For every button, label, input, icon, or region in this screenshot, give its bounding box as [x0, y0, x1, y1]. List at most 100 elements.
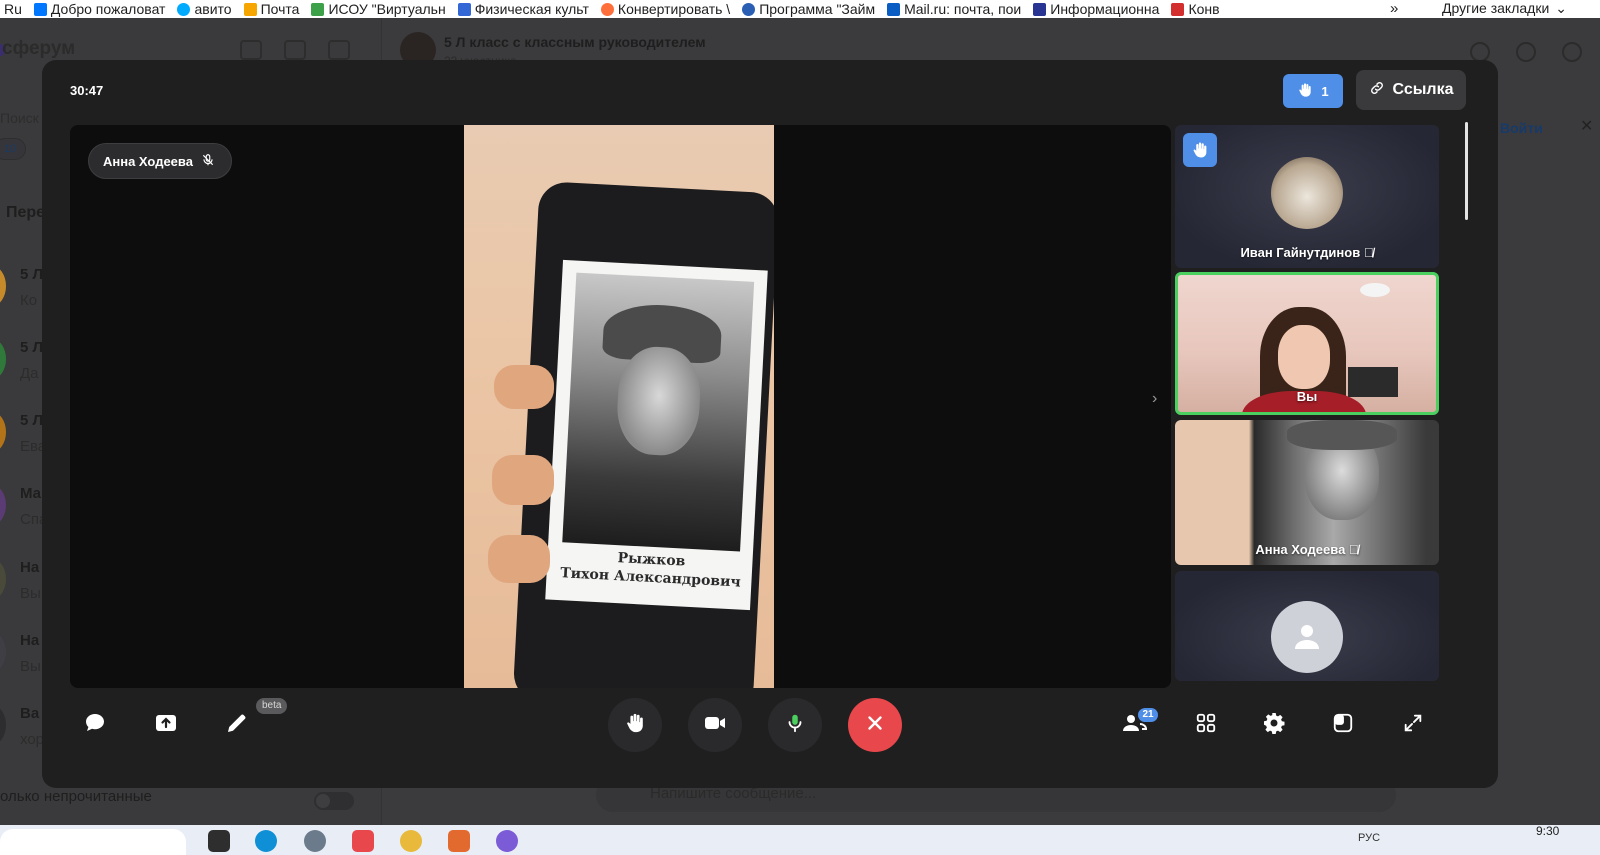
mic-muted-icon: [201, 153, 215, 170]
search-icon[interactable]: [1516, 42, 1536, 62]
pencil-icon: [225, 711, 249, 740]
raised-hands-count: 1: [1321, 83, 1329, 99]
search-input[interactable]: Поиск: [0, 110, 39, 126]
bookmark-ru[interactable]: Ru: [0, 0, 30, 18]
yandex-icon[interactable]: [352, 830, 374, 852]
unread-filter-badge[interactable]: 10: [0, 138, 26, 160]
bookmark-pe[interactable]: Физическая культ: [454, 0, 597, 18]
raised-hand-icon: [1297, 82, 1313, 101]
collapse-participants-chevron-icon[interactable]: ›: [1152, 390, 1157, 408]
mic-muted-icon: 🎙̸: [1363, 245, 1374, 260]
taskbar-search[interactable]: [0, 829, 186, 855]
pe-icon: [457, 2, 471, 16]
bookmark-mail[interactable]: Почта: [240, 0, 308, 18]
clock[interactable]: 9:30: [1536, 824, 1559, 838]
settings-button[interactable]: [1247, 698, 1301, 752]
participant-name: Иван Гайнутдинов 🎙̸: [1240, 245, 1374, 260]
bookmark-vk[interactable]: Добро пожаловат: [30, 0, 174, 18]
expand-icon: [1402, 712, 1424, 739]
bookmark-mailru[interactable]: Mail.ru: почта, пои: [883, 0, 1029, 18]
participant-tile[interactable]: Анна Ходеева 🎙̸: [1175, 420, 1439, 565]
section-label: Пере: [6, 204, 46, 221]
participants-scrollbar[interactable]: [1465, 122, 1468, 220]
archive-icon[interactable]: [284, 40, 306, 60]
gear-icon: [1262, 711, 1286, 740]
phone-icon[interactable]: [1470, 42, 1490, 62]
chat-button[interactable]: [68, 698, 122, 752]
convert-icon: [600, 2, 614, 16]
pip-layout-button[interactable]: [1316, 698, 1370, 752]
sidebar-actions: [240, 40, 350, 60]
bookmark-program[interactable]: Программа "Займ: [738, 0, 883, 18]
taskbar-app-icon[interactable]: [208, 830, 230, 852]
isou-icon: [311, 2, 325, 16]
participant-tile[interactable]: Иван Гайнутдинов 🎙̸: [1175, 125, 1439, 268]
chat-avatar: [0, 485, 6, 525]
grid-layout-button[interactable]: [1179, 698, 1233, 752]
unread-only-toggle[interactable]: [314, 792, 354, 810]
bookmark-avito[interactable]: авито: [173, 0, 239, 18]
mic-muted-icon: 🎙̸: [1348, 542, 1359, 557]
close-icon[interactable]: ✕: [1580, 116, 1593, 136]
login-button[interactable]: Войти: [1500, 120, 1543, 136]
camera-button[interactable]: [688, 698, 742, 752]
portrait-photo: Рыжков Тихон Александрович: [545, 259, 768, 611]
bookmark-convert[interactable]: Конвертировать \: [597, 0, 738, 18]
files-icon[interactable]: [448, 830, 470, 852]
chat-bubble-icon: [83, 711, 107, 740]
hand-finger: [492, 455, 554, 505]
app-logo: сферум: [2, 38, 76, 59]
microphone-button[interactable]: [768, 698, 822, 752]
close-icon: [864, 712, 886, 739]
add-call-icon[interactable]: [240, 40, 262, 60]
bookmark-info[interactable]: Информационна: [1029, 0, 1167, 18]
bookmarks-bar: Ru Добро пожаловат авито Почта ИСОУ "Вир…: [0, 0, 1600, 18]
edge-icon[interactable]: [255, 830, 277, 852]
chat-avatar: [0, 559, 6, 599]
link-icon: [1369, 80, 1385, 101]
beta-badge: beta: [256, 698, 288, 714]
chat-avatar: [0, 632, 6, 672]
keyboard-language[interactable]: РУС: [1358, 832, 1380, 844]
more-icon[interactable]: [1562, 42, 1582, 62]
chat-avatar: [0, 339, 6, 379]
call-timer: 30:47: [70, 83, 104, 98]
main-video-stage[interactable]: Рыжков Тихон Александрович Анна Ходеева: [70, 125, 1171, 688]
bookmark-isou[interactable]: ИСОУ "Виртуальн: [307, 0, 453, 18]
speaker-name-chip: Анна Ходеева: [88, 143, 232, 179]
screen-share-icon: [154, 711, 178, 740]
raise-hand-icon: [624, 712, 646, 739]
other-bookmarks-button[interactable]: Другие закладки ⌄: [1442, 0, 1567, 17]
info-icon: [1033, 2, 1047, 16]
chrome-icon[interactable]: [400, 830, 422, 852]
participant-tile-self[interactable]: Вы: [1175, 272, 1439, 415]
participants-button[interactable]: [1108, 698, 1162, 752]
participant-tile[interactable]: [1175, 571, 1439, 681]
default-avatar-icon: [1271, 601, 1343, 673]
pip-icon: [1332, 712, 1354, 739]
raised-hands-button[interactable]: 1: [1283, 74, 1343, 108]
screen-share-button[interactable]: [139, 698, 193, 752]
chat-avatar: [0, 412, 6, 452]
mailru-icon: [887, 2, 901, 16]
bookmark-konv[interactable]: Конв: [1167, 0, 1227, 18]
end-call-button[interactable]: [848, 698, 902, 752]
pdf-icon: [1171, 2, 1185, 16]
compose-icon[interactable]: [328, 40, 350, 60]
mail-icon: [243, 2, 257, 16]
avito-icon: [177, 2, 191, 16]
participants-count-badge: 21: [1138, 708, 1158, 722]
portrait-cap: [1287, 420, 1397, 450]
copy-link-button[interactable]: Ссылка: [1356, 70, 1466, 110]
unread-only-label: олько непрочитанные: [0, 788, 152, 805]
chat-avatar: [0, 266, 6, 306]
settings-app-icon[interactable]: [304, 830, 326, 852]
raise-hand-button[interactable]: [608, 698, 662, 752]
portrait-image: [562, 272, 755, 552]
raised-hand-icon: [1183, 133, 1217, 167]
viber-icon[interactable]: [496, 830, 518, 852]
portrait-face: [615, 345, 703, 458]
bookmarks-more-button[interactable]: »: [1390, 0, 1398, 17]
participant-name: Вы: [1296, 389, 1318, 404]
fullscreen-button[interactable]: [1386, 698, 1440, 752]
